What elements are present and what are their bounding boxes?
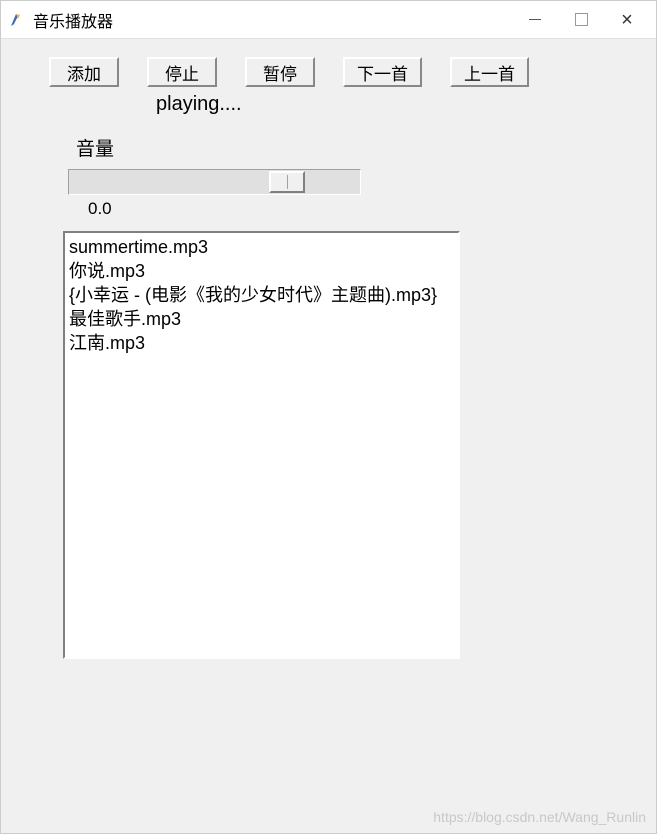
volume-value: 0.0: [76, 195, 656, 219]
pause-button[interactable]: 暂停: [245, 57, 315, 87]
watermark: https://blog.csdn.net/Wang_Runlin: [433, 809, 646, 825]
window-controls: ×: [512, 4, 650, 36]
toolbar: 添加 停止 暂停 下一首 上一首: [1, 57, 656, 87]
list-item[interactable]: 最佳歌手.mp3: [69, 307, 454, 331]
list-item[interactable]: 江南.mp3: [69, 331, 454, 355]
status-label: playing....: [1, 87, 656, 116]
titlebar: 音乐播放器 ×: [1, 1, 656, 39]
app-window: 音乐播放器 × 添加 停止 暂停 下一首 上一首 playing.... 音量 …: [0, 0, 657, 834]
next-button[interactable]: 下一首: [343, 57, 422, 87]
maximize-button[interactable]: [558, 4, 604, 36]
tk-feather-icon: [7, 11, 25, 29]
volume-label: 音量: [76, 134, 656, 161]
add-button[interactable]: 添加: [49, 57, 119, 87]
list-item[interactable]: summertime.mp3: [69, 235, 454, 259]
playlist-listbox[interactable]: summertime.mp3 你说.mp3 {小幸运 - (电影《我的少女时代》…: [63, 231, 460, 659]
close-button[interactable]: ×: [604, 4, 650, 36]
minimize-button[interactable]: [512, 4, 558, 36]
volume-slider[interactable]: [68, 169, 361, 195]
list-item[interactable]: 你说.mp3: [69, 259, 454, 283]
window-title: 音乐播放器: [33, 8, 512, 32]
content-area: 添加 停止 暂停 下一首 上一首 playing.... 音量 0.0 summ…: [1, 39, 656, 833]
prev-button[interactable]: 上一首: [450, 57, 529, 87]
volume-section: 音量 0.0: [1, 116, 656, 219]
stop-button[interactable]: 停止: [147, 57, 217, 87]
list-item[interactable]: {小幸运 - (电影《我的少女时代》主题曲).mp3}: [69, 283, 454, 307]
volume-slider-thumb[interactable]: [269, 171, 305, 193]
